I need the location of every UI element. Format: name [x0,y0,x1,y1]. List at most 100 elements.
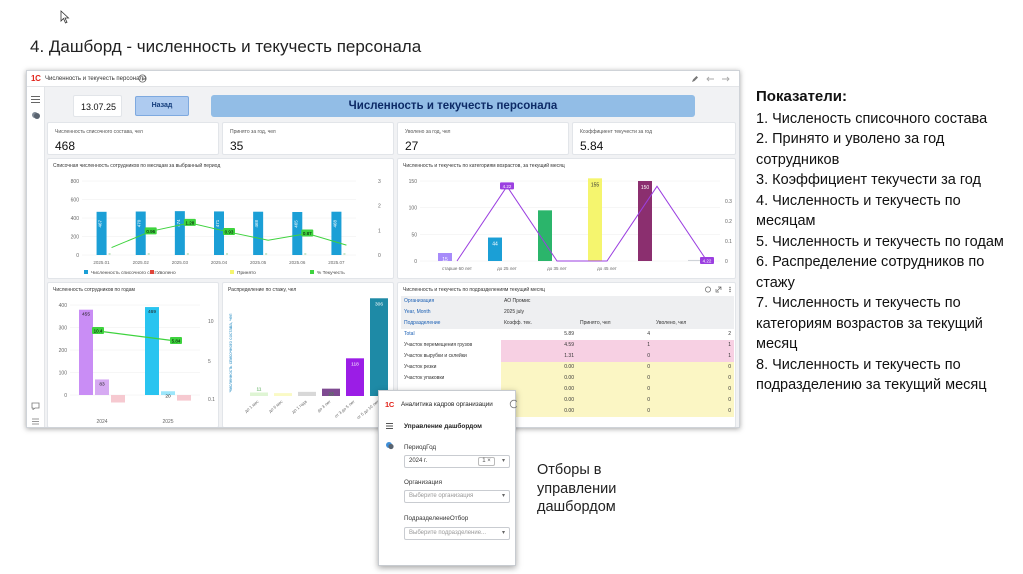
kpi-value: 468 [55,139,76,153]
legend-swatch [84,270,88,274]
table-row: Участок вырубки и склейки 1.31 0 1 [401,351,734,362]
edit-icon[interactable] [691,75,699,83]
indicators-title: Показатели: [756,88,848,105]
x-tick-label: 2025.06 [289,260,306,265]
redo-icon[interactable] [720,75,730,83]
dashboard-control-menu-item[interactable]: Управление дашбордом [404,423,482,430]
y2-tick-label: 1 [378,228,381,234]
table-cell: 0 [577,351,653,362]
indicator-item: 2. Принято и уволено за год сотрудников [756,131,945,168]
y2-tick-label: 0.1 [208,397,215,403]
turnover-label: 1.28 [185,220,194,225]
kpi-dismissed: Уволено за год, чел 27 [397,122,569,155]
turnover-label: 4.22 [703,259,712,264]
layers-icon[interactable] [385,441,395,450]
table-cell [577,296,653,307]
list-icon[interactable] [31,417,40,425]
x-tick-label: до 3 лет [316,399,332,413]
info-icon[interactable] [509,399,517,409]
bar-label: 468 [254,219,259,227]
date-field[interactable]: 13.07.25 [73,95,122,117]
table-cell: 1 [577,340,653,351]
y2-tick-label: 5 [208,359,211,365]
chevron-down-icon[interactable]: ▾ [502,491,505,502]
legend-label: Принято [237,270,256,276]
indicators-list: Показатели: 1. Численость списочного сос… [756,87,1011,396]
table-cell: 1.31 [501,351,577,362]
tenure-bar [298,391,316,396]
info-icon[interactable] [138,74,147,83]
y2-tick-label: 2 [378,204,381,210]
x-tick-label: 2025 [162,419,173,425]
y-tick-label: 800 [71,179,80,185]
table-cell: 0 [577,406,653,417]
x-tick-label: 2025.04 [211,260,228,265]
org-select[interactable]: Выберите организация ▾ [404,490,510,503]
indicator-item: 6. Распределение сотрудников по стажу [756,254,985,291]
table-cell: Участок упаковки [401,373,501,384]
y2-tick-label: 10 [208,319,214,325]
kpi-turnover: Коэффициент текучести за год 5.84 [572,122,736,155]
bar-label: 11 [257,386,262,392]
table-cell: 0 [653,406,734,417]
bar-label: 455 [82,312,90,318]
menu-icon[interactable] [31,96,40,103]
back-button[interactable]: Назад [135,96,189,116]
table-row: Участок резки 0.00 0 0 [401,362,734,373]
dept-select[interactable]: Выберите подразделение... ▾ [404,527,510,540]
bar-label: 150 [641,185,650,191]
1c-logo: 1С [31,74,41,83]
y-tick-label: 0 [414,259,417,265]
y-tick-label: 300 [59,326,68,332]
table-cell: 0 [577,384,653,395]
chevron-down-icon[interactable]: ▾ [502,528,505,539]
y-tick-label: 400 [71,216,80,222]
table-cell: Подразделение [401,318,501,329]
table-cell [653,307,734,318]
bar-hired [343,253,346,255]
age-chart: 150 100 50 0 0.3 0.2 0.1 0 15 старше 60 лет 44 до 2… [409,178,732,271]
age-bar [588,178,602,261]
x-tick-label: 2025.02 [133,260,150,265]
table-cell: 0.00 [501,362,577,373]
layers-icon[interactable] [31,111,41,120]
x-tick-label: до 45 лет [597,266,617,271]
indicator-item: 4. Численность и текучесть по месяцам [756,192,961,230]
bar-label: 465 [293,220,298,228]
x-tick-label: до 6 мес [268,399,284,414]
table-cell: 0 [577,373,653,384]
bar-label: 83 [99,381,105,387]
tenure-bar [250,392,268,396]
bar-label: 469 [148,309,156,315]
x-tick-label: старше 60 лет [442,266,472,271]
panel-years-chart: Численность сотрудников по годам 400 300 2… [47,282,219,427]
table-cell: 0 [577,395,653,406]
table-cell: 4 [577,329,653,340]
bar-headcount [174,211,185,255]
menu-list-icon[interactable] [385,422,394,430]
table-toolbar-icons[interactable] [705,286,735,293]
table-cell: Участок резки [401,362,501,373]
panel-tenure-chart: Распределение по стажу, чел Численность … [222,282,394,427]
legend-swatch [150,270,154,274]
slide-title: 4. Дашборд - численность и текучесть пер… [30,37,422,56]
clear-period-button[interactable]: 1 × [478,457,495,466]
turnover-label: 0.87 [303,231,312,236]
legend-label: Уволено [157,270,176,276]
legend-label: % Текучесть [317,270,345,276]
indicator-item: 7. Численность и текучесть по категориям… [756,295,983,352]
kpi-value: 35 [230,139,244,153]
period-select[interactable]: 2024 г. 1 × ▾ [404,455,510,468]
year-bar [79,309,93,395]
chevron-down-icon[interactable]: ▾ [502,456,505,467]
period-label: ПериодГод [404,444,437,451]
legend-swatch [310,270,314,274]
bar-label: 306 [375,301,383,307]
undo-icon[interactable] [706,75,716,83]
chat-icon[interactable] [31,402,40,410]
table-header-row: Подразделение Коэфф. тек. Принято, чел Увол… [401,318,734,329]
x-tick-label: от 3 до 5 лет [333,399,355,419]
filters-note: Отборы в управлении дашбордом [537,461,616,517]
table-row: Участок упаковки 0.00 0 0 [401,373,734,384]
kpi-label: Уволено за год, чел [405,129,451,135]
